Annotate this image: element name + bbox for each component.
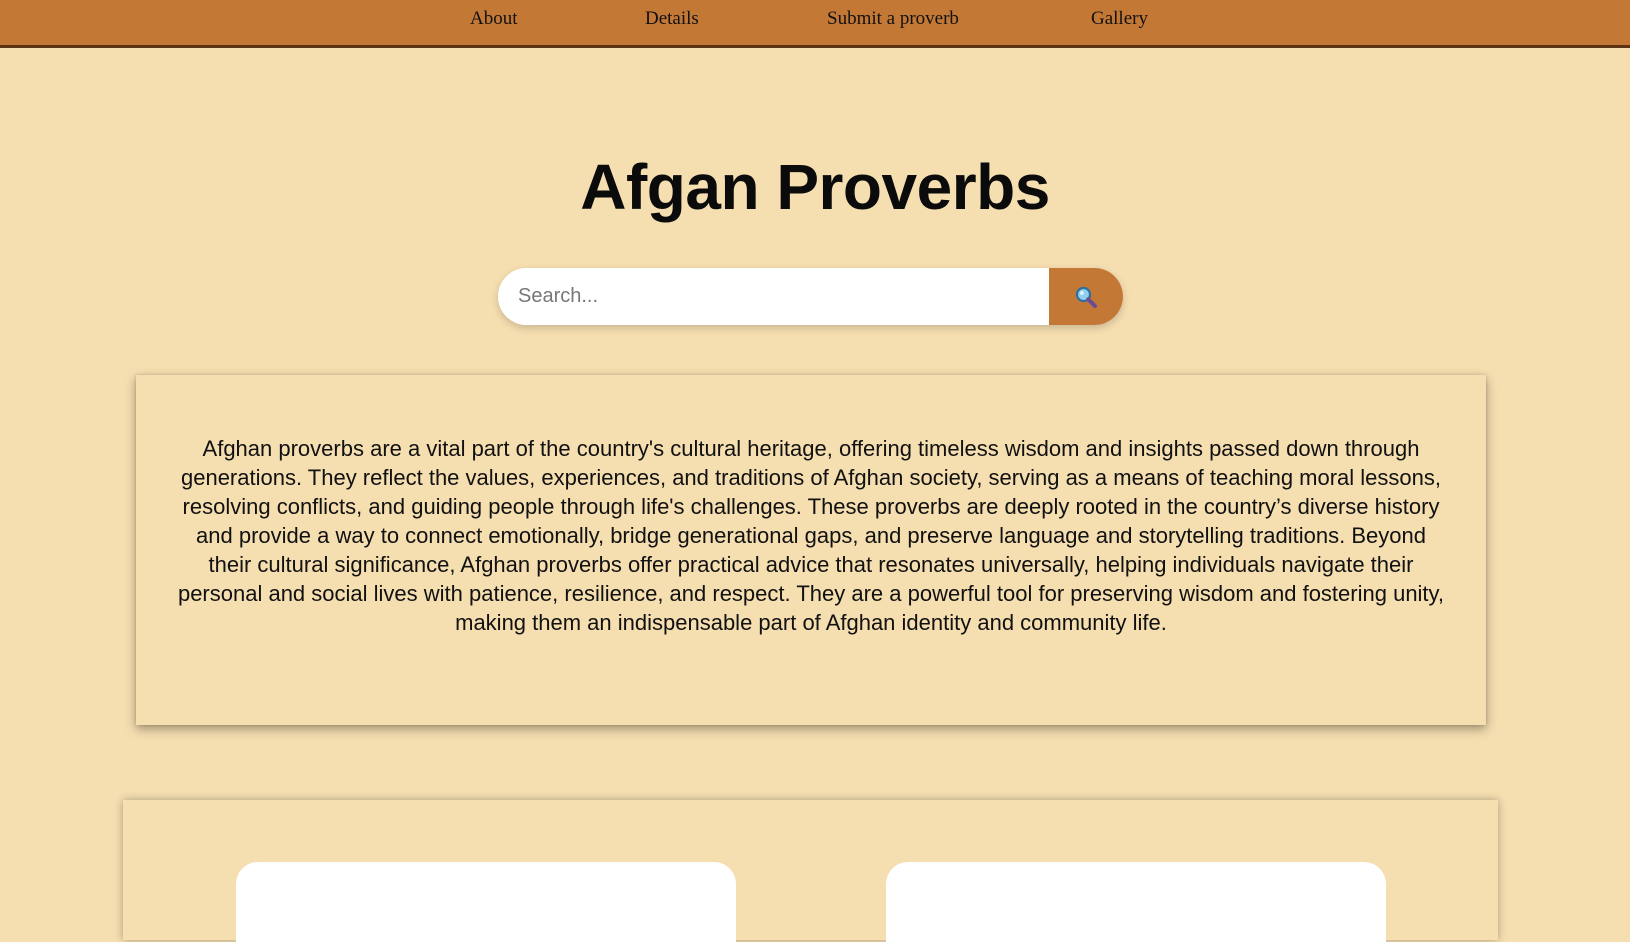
search-input[interactable] [498, 268, 1049, 325]
proverb-card[interactable] [236, 862, 736, 942]
nav-link-details[interactable]: Details [645, 8, 699, 30]
about-card: Afghan proverbs are a vital part of the … [136, 375, 1486, 725]
nav-link-about[interactable]: About [470, 8, 518, 30]
nav-link-gallery[interactable]: Gallery [1091, 8, 1148, 30]
about-text: Afghan proverbs are a vital part of the … [177, 436, 1445, 635]
search-button[interactable] [1049, 268, 1123, 325]
search-bar [498, 268, 1123, 325]
page-title: Afgan Proverbs [580, 151, 1050, 223]
nav-link-submit-proverb[interactable]: Submit a proverb [827, 8, 959, 30]
search-icon [1075, 286, 1097, 308]
proverb-card[interactable] [886, 862, 1386, 942]
top-navbar: About Details Submit a proverb Gallery [0, 0, 1630, 48]
